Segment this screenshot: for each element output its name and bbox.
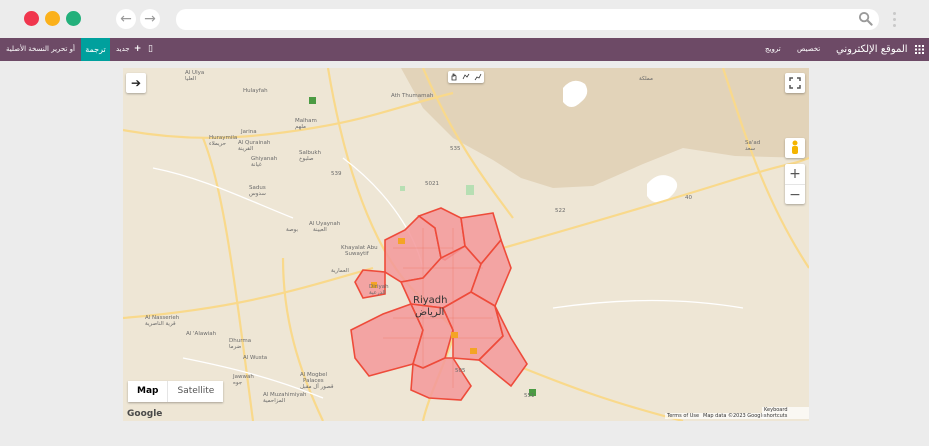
place-label: سدوس	[249, 191, 266, 197]
polygon-draw-icon[interactable]	[462, 73, 470, 81]
website-editor-bar: أو تحرير النسخة الأصلية ترجمة جديد + ▯ ت…	[0, 38, 929, 61]
site-title[interactable]: الموقع الإلكتروني	[836, 38, 908, 61]
arrow-right-icon: ➔	[130, 76, 142, 90]
back-icon[interactable]: ←	[116, 9, 136, 29]
place-label: العليا	[185, 76, 197, 82]
place-label: جوه	[233, 380, 243, 386]
map-type-control: Map Satellite	[128, 381, 224, 402]
place-label: غيانة	[251, 162, 262, 168]
marker-2	[451, 332, 458, 338]
place-label: Al 'Alawiah	[186, 331, 217, 337]
line-draw-icon[interactable]	[474, 73, 482, 81]
road-shield: 539	[331, 171, 342, 177]
zoom-controls: + −	[785, 164, 805, 204]
place-label: Jarina	[241, 129, 257, 135]
fullscreen-icon	[789, 77, 801, 89]
road-shield: 505	[455, 368, 466, 374]
url-bar[interactable]	[176, 9, 879, 30]
keyboard-shortcuts-link[interactable]: Keyboard shortcuts	[762, 407, 809, 419]
place-label: مملكة	[639, 76, 653, 82]
place-label: قرية الناصرية	[145, 321, 176, 327]
map-type-map[interactable]: Map	[128, 381, 167, 402]
google-logo: Google	[127, 409, 163, 419]
fullscreen-button[interactable]	[785, 73, 805, 93]
marker-3	[470, 348, 477, 354]
park-2	[400, 186, 405, 191]
place-label: ضرما	[229, 344, 242, 350]
place-label: Al Wusta	[243, 355, 268, 361]
place-label: حريملاء	[209, 141, 227, 147]
edit-original-link[interactable]: أو تحرير النسخة الأصلية	[6, 38, 75, 61]
minimize-window-dot[interactable]	[45, 11, 60, 26]
transit-marker-1	[309, 97, 316, 104]
marker-1	[398, 238, 405, 244]
place-label: قصور آل مقبل	[300, 384, 334, 390]
maximize-window-dot[interactable]	[66, 11, 81, 26]
city-label: Riyadh	[413, 295, 448, 306]
pegman-icon	[792, 140, 798, 154]
hand-icon[interactable]	[450, 73, 458, 81]
place-label: صلبوخ	[299, 156, 314, 162]
more-menu-icon[interactable]	[893, 12, 897, 30]
collapse-panel-button[interactable]: ➔	[126, 73, 146, 93]
map-type-satellite[interactable]: Satellite	[167, 381, 223, 402]
place-label: القرينة	[238, 146, 254, 152]
zoom-out-button[interactable]: −	[785, 184, 805, 205]
place-label: المزاحمية	[263, 398, 286, 404]
new-button[interactable]: جديد +	[116, 38, 141, 61]
park-1	[466, 185, 474, 195]
road-shield: 40	[685, 195, 692, 201]
translate-button[interactable]: ترجمة	[81, 38, 110, 61]
map-canvas[interactable]: Al Ulya العليا Hulayfah Huraymila حريملا…	[123, 68, 809, 421]
close-window-dot[interactable]	[24, 11, 39, 26]
place-label: Ath Thumamah	[391, 93, 434, 99]
zoom-in-button[interactable]: +	[785, 164, 805, 184]
road-shield: 535	[450, 146, 461, 152]
map-base-layer	[123, 68, 809, 421]
forward-icon[interactable]: →	[140, 9, 160, 29]
new-label: جديد	[116, 45, 130, 53]
drawing-toolbar	[448, 71, 484, 83]
place-label: العيينة	[313, 227, 327, 233]
plus-icon: +	[133, 44, 142, 54]
place-label: العمارية	[331, 268, 349, 274]
place-label: ملهم	[295, 124, 306, 130]
browser-chrome: ← →	[0, 0, 929, 38]
place-label: بوصة	[286, 227, 298, 233]
road-shield: 551	[524, 393, 535, 399]
street-view-pegman[interactable]	[785, 138, 805, 158]
terms-of-use-link[interactable]: Terms of Use	[665, 413, 702, 419]
road-shield: 5021	[425, 181, 439, 187]
menu-promote[interactable]: ترويج	[765, 38, 781, 61]
map-data-attribution: Map data ©2023 Google	[701, 413, 767, 419]
apps-grid-icon[interactable]	[915, 45, 924, 54]
search-icon	[858, 11, 873, 26]
place-label: Suwaytif	[345, 251, 369, 257]
city-label-ar: الرياض	[415, 307, 445, 318]
place-label: سعد	[745, 146, 756, 152]
menu-customize[interactable]: تخصيص	[797, 38, 820, 61]
place-label: الدرعية	[369, 290, 386, 296]
place-label: Hulayfah	[243, 88, 268, 94]
mobile-preview-icon[interactable]: ▯	[148, 38, 153, 61]
road-shield: 522	[555, 208, 566, 214]
